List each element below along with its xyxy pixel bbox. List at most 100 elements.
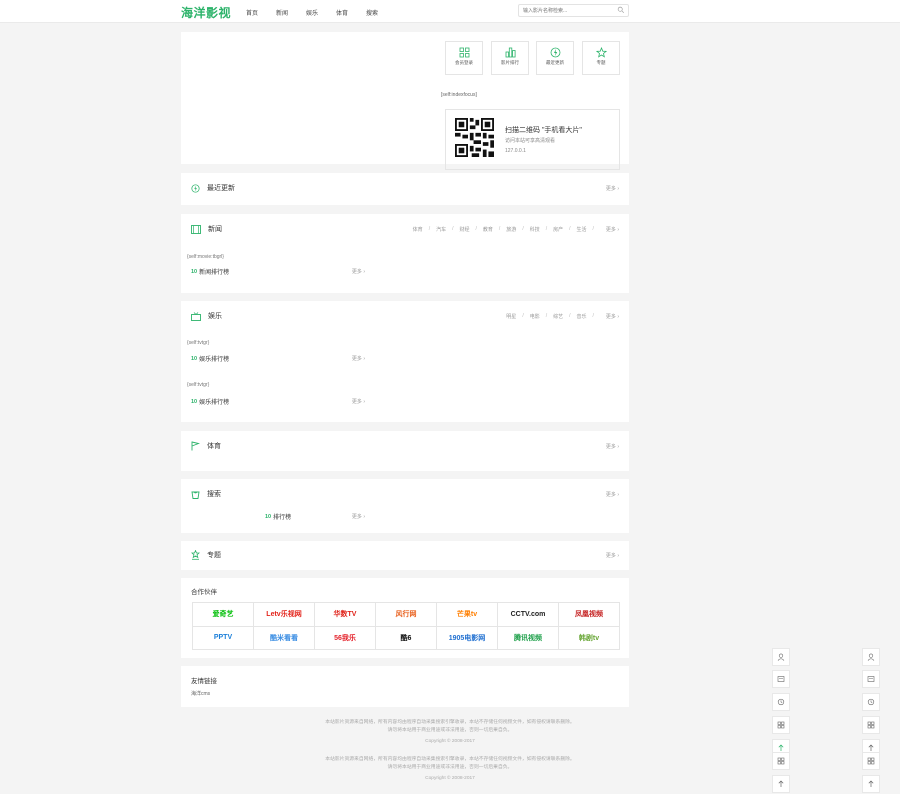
friend-link[interactable]: 海洋cms [191, 690, 210, 697]
ent-cat[interactable]: 综艺 [553, 313, 563, 320]
partner-logo-text: 凤凰视频 [575, 611, 603, 619]
ent-rank-more[interactable]: 更多 › [352, 398, 365, 405]
partner-logo-text: 韩剧tv [578, 634, 600, 642]
ent-more-link[interactable]: 更多 › [600, 313, 619, 320]
top10-icon: 10 [191, 355, 198, 362]
latest-title-text: 最近更新 [207, 185, 235, 192]
nav-news[interactable]: 新闻 [276, 8, 306, 17]
grid-icon [459, 47, 469, 58]
partner-logo[interactable]: 华数TV [315, 603, 376, 627]
chart-icon [505, 47, 515, 58]
news-cat[interactable]: 汽车 [436, 226, 446, 233]
side-record-button[interactable] [862, 670, 880, 688]
partner-logo[interactable]: 酷6 [376, 626, 437, 650]
ent-rank-row[interactable]: 10 娱乐排行榜 更多 › [191, 354, 365, 364]
side-top-button[interactable] [772, 775, 790, 793]
news-path-placeholder: {self:movie:tbgrl} [187, 254, 224, 260]
search-section-title[interactable]: 搜索 [191, 489, 221, 499]
sports-title[interactable]: 体育 [191, 441, 221, 451]
grid-icon [777, 757, 785, 765]
side-history-button[interactable] [862, 693, 880, 711]
search-more-link[interactable]: 更多 › [606, 491, 619, 498]
member-login-button[interactable]: 会员登录 [445, 41, 483, 75]
ent-cat[interactable]: 音乐 [577, 313, 587, 320]
more-text: 更多 [605, 553, 616, 559]
history-icon [867, 698, 875, 706]
flag-icon [191, 441, 200, 451]
nav-home[interactable]: 首页 [246, 8, 276, 17]
partner-logo[interactable]: 凤凰视频 [559, 603, 620, 627]
sports-more-link[interactable]: 更多 › [606, 443, 619, 450]
nav-ent[interactable]: 娱乐 [306, 8, 336, 17]
partner-logo[interactable]: 1905电影网 [437, 626, 498, 650]
qr-title: 扫描二维码 "手机看大片" [505, 127, 582, 134]
partner-logo[interactable]: 芒果tv [437, 603, 498, 627]
side-history-button[interactable] [772, 693, 790, 711]
latest-button[interactable]: 最近更新 [536, 41, 574, 75]
nav-search[interactable]: 搜索 [366, 8, 396, 17]
qr-panel: 扫描二维码 "手机看大片" 访问本站可享高清观看 127.0.0.1 [445, 109, 620, 170]
partners-section: 合作伙伴 爱奇艺 Letv乐视网 华数TV 风行网 芒果tv CCTV.com … [181, 578, 629, 658]
news-cat[interactable]: 体育 [413, 226, 423, 233]
ent-rank-row[interactable]: 10 娱乐排行榜 更多 › [191, 397, 365, 407]
partner-logo[interactable]: Letv乐视网 [254, 603, 315, 627]
partner-logo[interactable]: CCTV.com [498, 603, 559, 627]
side-record-button[interactable] [772, 670, 790, 688]
news-cat[interactable]: 旅游 [506, 226, 516, 233]
main-nav: 首页 新闻 娱乐 体育 搜索 [246, 8, 396, 17]
ent-rank-label: 娱乐排行榜 [199, 400, 230, 406]
rank-button[interactable]: 影片排行 [491, 41, 529, 75]
arrow-up-icon [778, 744, 784, 751]
news-cat[interactable]: 生活 [577, 226, 587, 233]
search-input[interactable] [523, 7, 615, 15]
partner-logo[interactable]: PPTV [193, 626, 254, 650]
qr-subtitle: 访问本站可享高清观看 [505, 138, 556, 144]
ent-cat[interactable]: 明星 [506, 313, 516, 320]
news-cat[interactable]: 财经 [459, 226, 469, 233]
partner-logo[interactable]: 爱奇艺 [193, 603, 254, 627]
search-box [518, 4, 629, 17]
side-user-button[interactable] [862, 648, 880, 666]
ent-title[interactable]: 娱乐 [191, 311, 222, 321]
topics-more-link[interactable]: 更多 › [606, 552, 619, 559]
topic-button[interactable]: 专题 [582, 41, 620, 75]
side-grid-button[interactable] [862, 752, 880, 770]
partner-logo[interactable]: 56我乐 [315, 626, 376, 650]
ent-rank-more[interactable]: 更多 › [352, 355, 365, 362]
news-rank-more[interactable]: 更多 › [352, 268, 365, 275]
partner-logo[interactable]: 酷米看看 [254, 626, 315, 650]
partner-logo[interactable]: 风行网 [376, 603, 437, 627]
news-cat[interactable]: 教育 [483, 226, 493, 233]
news-title[interactable]: 新闻 [191, 224, 222, 234]
partner-logo-text: PPTV [213, 634, 233, 642]
partner-logo-text: Letv乐视网 [266, 611, 302, 619]
search-icon[interactable] [617, 6, 625, 14]
member-login-label: 会员登录 [455, 60, 473, 65]
nav-sports[interactable]: 体育 [336, 8, 366, 17]
record-icon [867, 676, 875, 682]
medal-icon [191, 550, 200, 560]
partner-logo[interactable]: 腾讯视频 [498, 626, 559, 650]
search-title-text: 搜索 [207, 491, 221, 498]
side-top-button[interactable] [862, 775, 880, 793]
search-rank-more[interactable]: 更多 › [352, 513, 365, 520]
latest-title[interactable]: 最近更新 [191, 183, 235, 193]
news-more-link[interactable]: 更多 › [600, 226, 619, 233]
more-text: 更多 [605, 227, 616, 233]
lightning-icon [191, 183, 200, 193]
partner-logo[interactable]: 韩剧tv [559, 626, 620, 650]
latest-more-link[interactable]: 更多 › [606, 185, 619, 192]
ent-cat[interactable]: 电影 [530, 313, 540, 320]
search-rank-row[interactable]: 10 排行榜 更多 › [265, 512, 365, 522]
side-user-button[interactable] [772, 648, 790, 666]
site-logo[interactable]: 海洋影视 [181, 4, 231, 21]
footer-copyright: Copyright © 2008-2017 [425, 776, 475, 781]
side-grid-button[interactable] [862, 716, 880, 734]
news-cat[interactable]: 房产 [553, 226, 563, 233]
news-cat[interactable]: 科技 [530, 226, 540, 233]
side-grid-button[interactable] [772, 716, 790, 734]
side-grid-button[interactable] [772, 752, 790, 770]
ent-rank-label: 娱乐排行榜 [199, 357, 230, 363]
topics-title[interactable]: 专题 [191, 550, 221, 560]
news-rank-row[interactable]: 10 新闻排行榜 更多 › [191, 267, 365, 277]
